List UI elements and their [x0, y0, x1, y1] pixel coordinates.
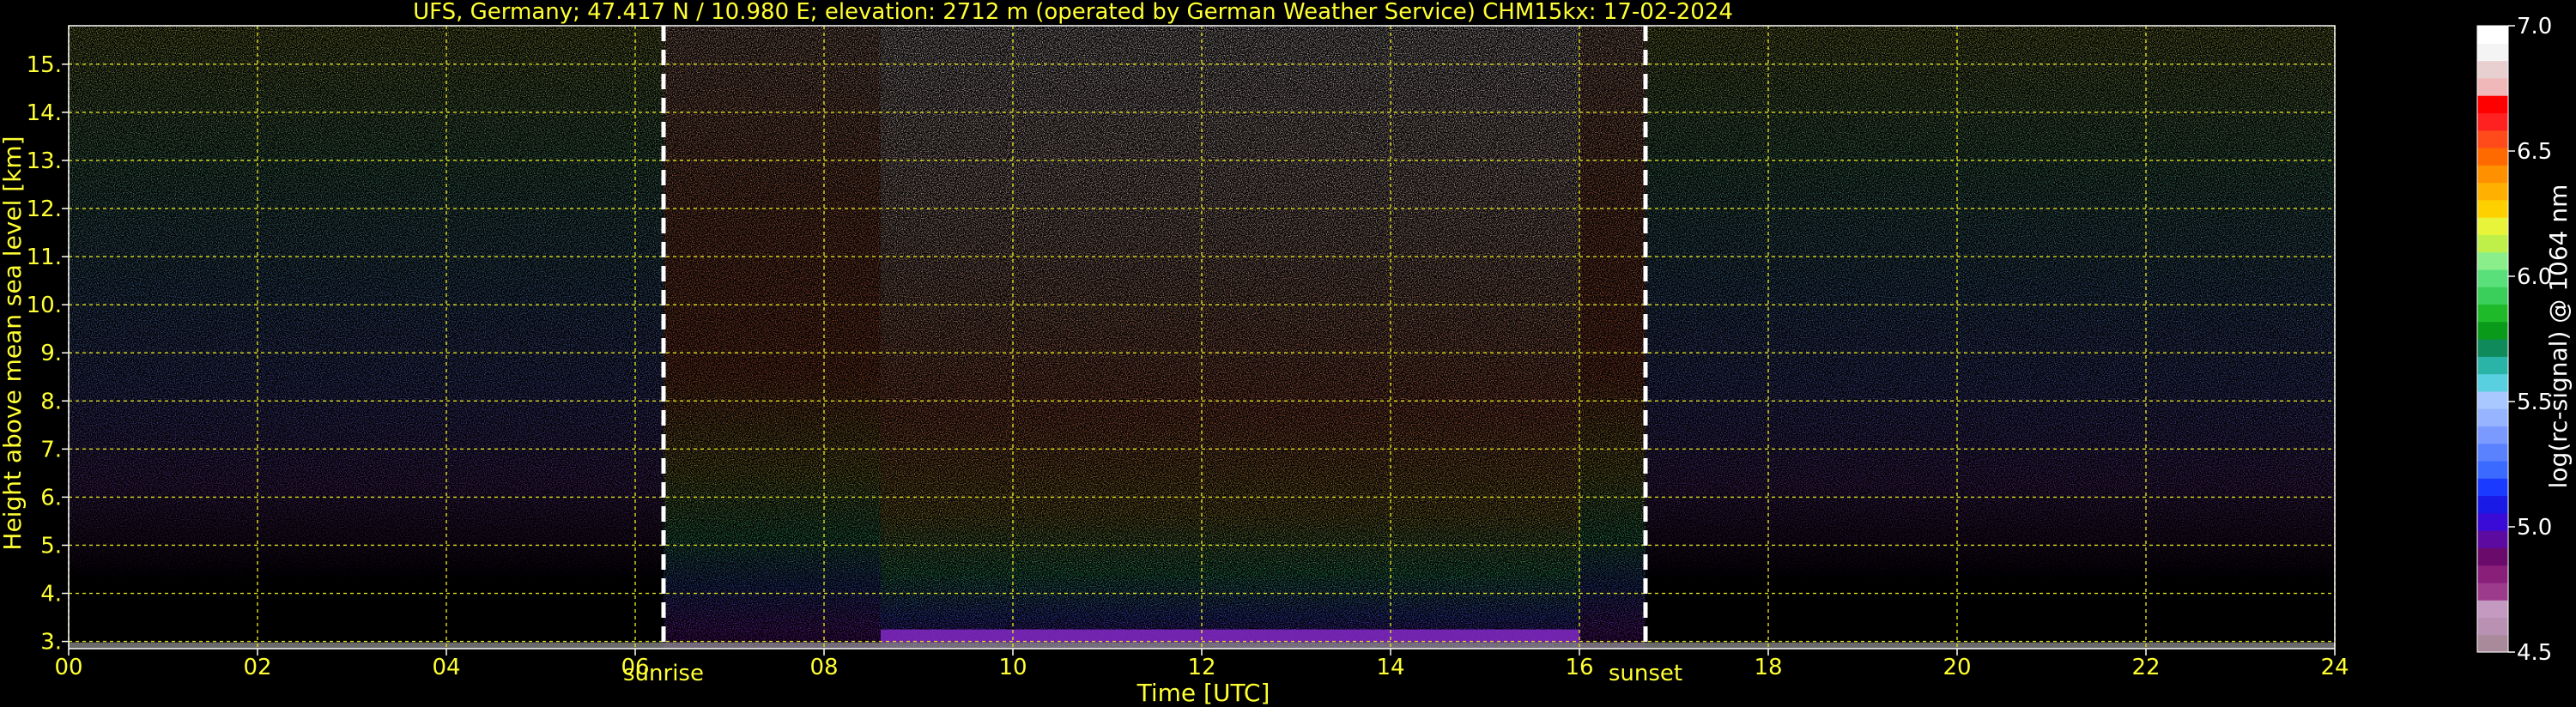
colorbar-swatch [2477, 495, 2508, 514]
colorbar-swatch [2477, 339, 2508, 357]
colorbar-swatch [2477, 460, 2508, 479]
colorbar-swatch [2477, 478, 2508, 497]
region-night-before-sunrise [69, 26, 664, 649]
colorbar-tick-label: 4.5 [2517, 640, 2552, 666]
y-tick-label: 4. [40, 582, 62, 607]
colorbar-swatch [2477, 408, 2508, 426]
colorbar-swatch [2477, 443, 2508, 462]
region-fill [69, 26, 664, 649]
colorbar-swatch [2477, 26, 2508, 44]
boundary-layer-fill [881, 629, 1579, 643]
region-core-fill [881, 26, 1579, 649]
colorbar-tick-label: 6.5 [2517, 139, 2552, 165]
x-tick-label: 10 [998, 655, 1027, 680]
colorbar-swatch [2477, 426, 2508, 444]
y-tick-label: 3. [40, 630, 62, 656]
colorbar-swatch [2477, 112, 2508, 131]
colorbar-swatch [2477, 547, 2508, 566]
colorbar-swatch [2477, 269, 2508, 287]
colorbar-swatch [2477, 77, 2508, 96]
y-tick-label: 5. [40, 533, 62, 559]
x-tick-label: 04 [432, 655, 460, 680]
colorbar-swatch [2477, 600, 2508, 619]
y-tick-label: 8. [40, 389, 62, 414]
colorbar-swatch [2477, 95, 2508, 113]
colorbar-swatch [2477, 321, 2508, 340]
region-night-after-sunset [1646, 26, 2335, 649]
x-tick-label: 02 [243, 655, 271, 680]
colorbar-swatch [2477, 217, 2508, 235]
colorbar-swatch [2477, 234, 2508, 253]
colorbar: 4.55.05.56.06.57.0 [2476, 14, 2552, 666]
colorbar-swatch [2477, 634, 2508, 653]
colorbar-swatch [2477, 199, 2508, 218]
x-tick-label: 24 [2320, 655, 2349, 680]
x-axis-label: Time [UTC] [1136, 679, 1270, 707]
region-daytime [664, 26, 1646, 649]
colorbar-swatch [2477, 287, 2508, 305]
colorbar-tick-label: 5.0 [2517, 515, 2552, 541]
y-tick-label: 13. [27, 148, 62, 174]
y-tick-label: 15. [27, 52, 62, 78]
y-tick-label: 12. [27, 196, 62, 222]
x-tick-label: 20 [1943, 655, 1971, 680]
colorbar-swatch [2477, 43, 2508, 62]
colorbar-swatch [2477, 147, 2508, 166]
colorbar-swatch [2477, 582, 2508, 601]
y-tick-label: 14. [27, 100, 62, 126]
chart-title: UFS, Germany; 47.417 N / 10.980 E; eleva… [413, 0, 1733, 25]
region-fill [1646, 26, 2335, 649]
y-tick-label: 7. [40, 437, 62, 462]
y-tick-label: 6. [40, 485, 62, 511]
y-axis-label: Height above mean sea level [km] [0, 136, 27, 550]
x-tick-label: 12 [1187, 655, 1215, 680]
colorbar-swatch [2477, 565, 2508, 583]
x-tick-label: 16 [1565, 655, 1593, 680]
y-tick-label: 10. [27, 293, 62, 318]
x-tick-label: 22 [2131, 655, 2160, 680]
colorbar-swatch [2477, 60, 2508, 79]
colorbar-tick-label: 7.0 [2517, 14, 2552, 39]
colorbar-swatch [2477, 530, 2508, 548]
colorbar-label: log(rc-signal) @ 1064 nm [2544, 184, 2573, 489]
x-tick-label: 14 [1376, 655, 1404, 680]
colorbar-swatch [2477, 130, 2508, 148]
colorbar-swatch [2477, 373, 2508, 392]
colorbar-swatch [2477, 182, 2508, 201]
colorbar-swatch [2477, 356, 2508, 375]
y-tick-label: 9. [40, 341, 62, 366]
x-tick-label: 18 [1754, 655, 1782, 680]
x-tick-label: 00 [54, 655, 82, 680]
x-tick-label: 08 [809, 655, 838, 680]
x-tick-label: 06 [621, 655, 649, 680]
ceilometer-chart: sunrise sunset 00 02 04 06 08 10 12 14 16 18 20 22 24… [0, 0, 2576, 707]
colorbar-swatch [2477, 165, 2508, 184]
sunset-label: sunset [1609, 661, 1682, 686]
colorbar-swatch [2477, 251, 2508, 270]
chart-svg: sunrise sunset 00 02 04 06 08 10 12 14 16 18 20 22 24… [0, 0, 2573, 707]
colorbar-swatch [2477, 617, 2508, 636]
y-tick-label: 11. [27, 245, 62, 270]
colorbar-swatch [2477, 304, 2508, 323]
colorbar-swatch [2477, 390, 2508, 409]
colorbar-swatch [2477, 512, 2508, 531]
